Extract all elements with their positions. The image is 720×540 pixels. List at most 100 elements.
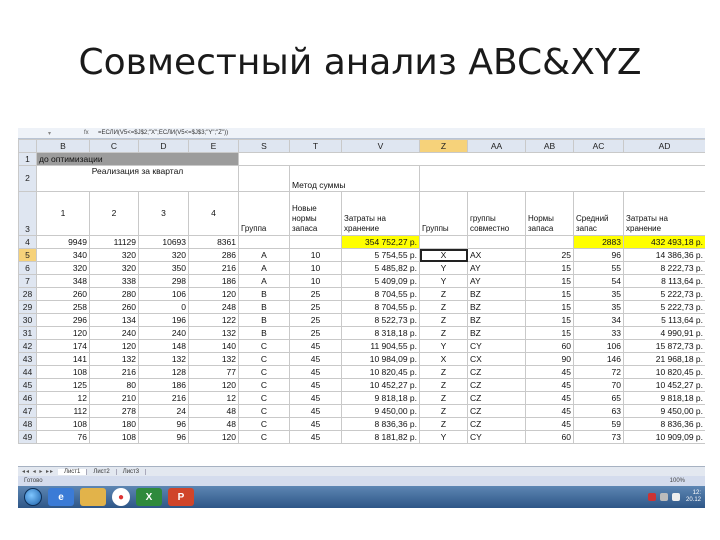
data-cell[interactable]: 106	[573, 339, 624, 353]
data-cell[interactable]: 9 450,00 р.	[623, 404, 705, 418]
data-cell[interactable]: 10 820,45 р.	[623, 365, 705, 379]
data-cell[interactable]: 10 909,09 р.	[623, 430, 705, 444]
data-cell[interactable]: 5 485,82 р.	[341, 261, 420, 275]
data-cell[interactable]: A	[238, 248, 290, 262]
data-cell[interactable]: BZ	[467, 287, 526, 301]
column-header[interactable]: E	[188, 139, 239, 153]
select-all-corner[interactable]	[18, 139, 37, 153]
data-cell[interactable]: 8 704,55 р.	[341, 300, 420, 314]
data-cell[interactable]: 350	[138, 261, 189, 275]
data-cell[interactable]: BZ	[467, 326, 526, 340]
row-header[interactable]: 2	[18, 165, 37, 192]
column-header[interactable]: AA	[467, 139, 526, 153]
data-cell[interactable]: 96	[138, 430, 189, 444]
data-cell[interactable]: 45	[525, 404, 574, 418]
total-cell[interactable]: 2883	[573, 235, 624, 249]
data-cell[interactable]: 70	[573, 378, 624, 392]
data-cell[interactable]: 45	[289, 417, 342, 431]
row-header[interactable]: 44	[18, 365, 37, 379]
data-cell[interactable]: 106	[138, 287, 189, 301]
data-cell[interactable]: 120	[188, 287, 239, 301]
data-cell[interactable]: C	[238, 339, 290, 353]
data-cell[interactable]: 45	[289, 404, 342, 418]
data-cell[interactable]: 122	[188, 313, 239, 327]
total-cell[interactable]: 10693	[138, 235, 189, 249]
quarter-header[interactable]: 4	[188, 191, 239, 236]
data-cell[interactable]: 15	[525, 287, 574, 301]
data-cell[interactable]: 8 836,36 р.	[341, 417, 420, 431]
data-cell[interactable]: 128	[138, 365, 189, 379]
data-cell[interactable]: 12	[36, 391, 90, 405]
row-header[interactable]: 30	[18, 313, 37, 327]
data-cell[interactable]: 108	[36, 417, 90, 431]
row-header[interactable]: 5	[18, 248, 37, 262]
data-cell[interactable]: Z	[419, 326, 468, 340]
data-cell[interactable]: 60	[525, 339, 574, 353]
data-cell[interactable]: Y	[419, 430, 468, 444]
data-cell[interactable]: AX	[467, 248, 526, 262]
row-header[interactable]: 3	[18, 191, 37, 236]
sheet-tab[interactable]: Лист1	[58, 468, 88, 475]
data-cell[interactable]: 280	[89, 287, 139, 301]
data-cell[interactable]: 5 222,73 р.	[623, 300, 705, 314]
data-cell[interactable]: 35	[573, 300, 624, 314]
clock[interactable]: 12: 20.12	[686, 490, 701, 504]
data-cell[interactable]: 132	[89, 352, 139, 366]
volume-icon[interactable]	[671, 493, 680, 501]
data-cell[interactable]: 0	[138, 300, 189, 314]
fx-icon[interactable]: fx	[84, 130, 98, 136]
column-header[interactable]: AC	[573, 139, 624, 153]
data-cell[interactable]: 48	[188, 417, 239, 431]
data-cell[interactable]: C	[238, 430, 290, 444]
column-header[interactable]: D	[138, 139, 189, 153]
data-cell[interactable]: 60	[525, 430, 574, 444]
start-button[interactable]	[24, 488, 42, 506]
data-cell[interactable]: 180	[89, 417, 139, 431]
data-cell[interactable]: 45	[289, 430, 342, 444]
data-cell[interactable]: 340	[36, 248, 90, 262]
data-cell[interactable]: 8 222,73 р.	[623, 261, 705, 275]
data-cell[interactable]: 10 820,45 р.	[341, 365, 420, 379]
data-cell[interactable]: 216	[89, 365, 139, 379]
data-cell[interactable]: 24	[138, 404, 189, 418]
data-cell[interactable]: Y	[419, 261, 468, 275]
data-cell[interactable]: Y	[419, 339, 468, 353]
antivirus-icon[interactable]	[647, 493, 656, 501]
data-cell[interactable]: 8 704,55 р.	[341, 287, 420, 301]
row-header[interactable]: 31	[18, 326, 37, 340]
data-cell[interactable]: C	[238, 378, 290, 392]
data-cell[interactable]: 45	[525, 378, 574, 392]
column-header[interactable]: C	[89, 139, 139, 153]
data-cell[interactable]: 35	[573, 287, 624, 301]
data-cell[interactable]: 9 818,18 р.	[623, 391, 705, 405]
data-cell[interactable]: 15 872,73 р.	[623, 339, 705, 353]
row-header[interactable]: 46	[18, 391, 37, 405]
header-cell[interactable]: Новые нормы запаса	[289, 191, 342, 236]
data-cell[interactable]: B	[238, 326, 290, 340]
data-cell[interactable]: 186	[138, 378, 189, 392]
data-cell[interactable]: 15	[525, 326, 574, 340]
data-cell[interactable]: CZ	[467, 404, 526, 418]
data-cell[interactable]: Z	[419, 287, 468, 301]
empty-cell[interactable]	[238, 152, 705, 166]
empty-cell[interactable]	[289, 235, 342, 249]
data-cell[interactable]: 5 409,09 р.	[341, 274, 420, 288]
data-cell[interactable]: CZ	[467, 365, 526, 379]
data-cell[interactable]: 148	[138, 339, 189, 353]
data-cell[interactable]: X	[419, 248, 468, 262]
data-cell[interactable]: 9 818,18 р.	[341, 391, 420, 405]
zoom-level[interactable]: 100%	[670, 478, 705, 484]
label-cell[interactable]: до оптимизации	[36, 152, 239, 166]
data-cell[interactable]: 132	[188, 326, 239, 340]
folder-icon[interactable]	[80, 488, 106, 506]
data-cell[interactable]: 45	[525, 417, 574, 431]
data-cell[interactable]: 33	[573, 326, 624, 340]
header-cell[interactable]: Средний запас	[573, 191, 624, 236]
data-cell[interactable]: 240	[89, 326, 139, 340]
data-cell[interactable]: 10 452,27 р.	[623, 378, 705, 392]
data-cell[interactable]: 15	[525, 261, 574, 275]
data-cell[interactable]: 45	[289, 365, 342, 379]
data-cell[interactable]: 55	[573, 261, 624, 275]
data-cell[interactable]: Z	[419, 417, 468, 431]
data-cell[interactable]: 45	[289, 391, 342, 405]
